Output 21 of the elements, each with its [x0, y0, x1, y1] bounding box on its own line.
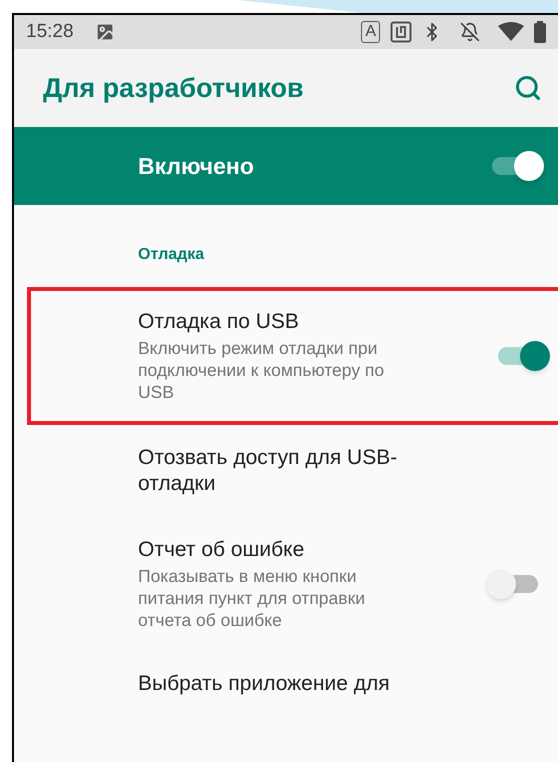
- page-title: Для разработчиков: [43, 72, 304, 105]
- setting-title: Отозвать доступ для USB-отладки: [138, 445, 398, 497]
- search-icon[interactable]: [514, 74, 542, 102]
- nfc-icon: [390, 21, 412, 43]
- setting-row[interactable]: Отчет об ошибке Показывать в меню кнопки питания пункт для отправки отчета об ошибке: [14, 517, 558, 651]
- setting-title: Выбрать приложение для: [138, 671, 391, 697]
- highlighted-setting-row[interactable]: Отладка по USB Включить режим отладки при подключении к компьютеру по USB: [27, 287, 558, 425]
- setting-summary: Показывать в меню кнопки питания пункт для отправки отчета об ошибке: [138, 565, 366, 631]
- setting-summary: Включить режим отладки при подключении к компьютеру по USB: [138, 337, 386, 403]
- setting-row[interactable]: Выбрать приложение для: [14, 651, 558, 717]
- setting-title: Отчет об ошибке: [138, 537, 306, 563]
- input-badge: A: [361, 21, 380, 43]
- setting-row[interactable]: Отозвать доступ для USB-отладки: [14, 425, 558, 517]
- setting-title: Отладка по USB: [138, 309, 300, 335]
- bell-off-icon: [460, 22, 480, 42]
- wifi-icon: [498, 22, 524, 42]
- section-header: Отладка: [138, 245, 204, 265]
- status-time: 15:28: [26, 20, 74, 44]
- master-switch-bar[interactable]: Включено: [14, 127, 558, 205]
- master-switch-label: Включено: [138, 152, 254, 181]
- battery-icon: [534, 21, 546, 43]
